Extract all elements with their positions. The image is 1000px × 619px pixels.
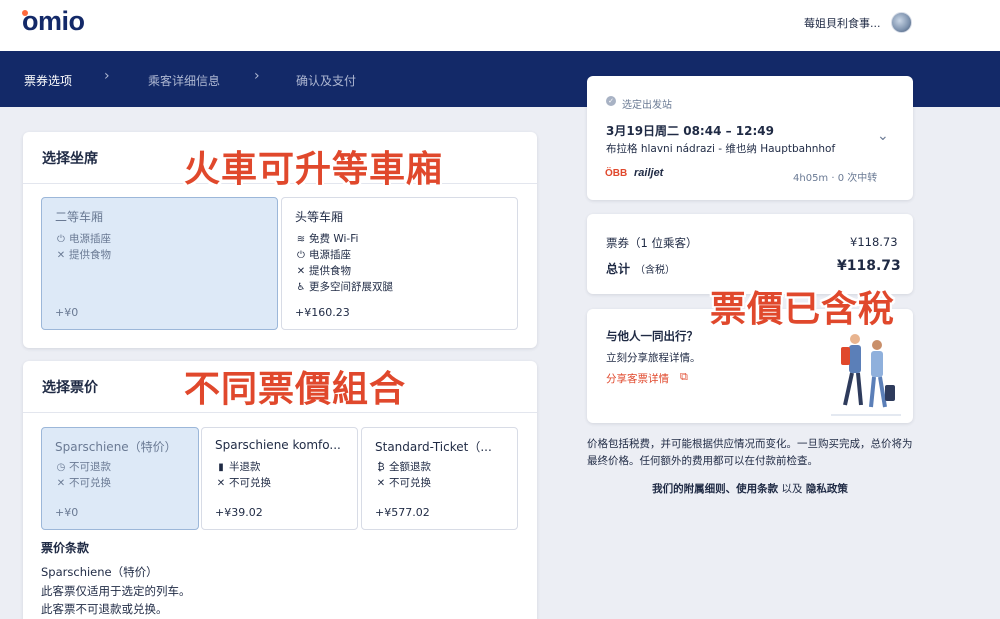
footer-and: 以及 (781, 483, 803, 495)
fare-option-sparschiene[interactable]: Sparschiene（特价） ◷ 不可退款 ✕ 不可兑换 +¥0 (41, 427, 199, 530)
privacy-link[interactable]: 隐私政策 (806, 483, 848, 495)
top-bar: omio 莓姐貝利食事... (0, 0, 1000, 51)
footer-links: 我们的附属细则、使用条款 以及 隐私政策 (587, 481, 913, 496)
fare-option-sparschiene-komfort[interactable]: Sparschiene komfo... ▮ 半退款 ✕ 不可兑换 +¥39.02 (201, 427, 358, 530)
fare-option-standard-ticket[interactable]: Standard-Ticket（... ₿ 全额退款 ✕ 不可兑换 +¥577.02 (361, 427, 518, 530)
railjet-logo: railjet (634, 167, 664, 179)
step-confirm-pay[interactable]: 确认及支付 (296, 72, 356, 89)
cross-icon: ✕ (216, 478, 226, 489)
feature-item: ₿ 全额退款 (375, 459, 431, 474)
feature-item: ✕ 不可兑换 (376, 477, 431, 489)
price-disclaimer: 价格包括税费，并可能根据供应情况而变化。一旦购买完成，总价将为最终价格。任何额外… (587, 438, 913, 467)
omio-logo[interactable]: omio (22, 6, 85, 37)
travellers-illustration (831, 334, 901, 416)
seat-option-first-class[interactable]: 头等车厢 ≋ 免费 Wi-Fi ⏻ 电源插座 ✕ 提供食物 ♿ 更多空间舒展双腿 +¥1… (281, 197, 518, 330)
fare-option-title: Sparschiene（特价） (55, 440, 177, 454)
seat-option-second-class[interactable]: 二等车厢 ⏻ 电源插座 ✕ 提供食物 +¥0 (41, 197, 278, 330)
share-title: 与他人一同出行？ (606, 329, 698, 343)
wifi-icon: ≋ (296, 234, 306, 245)
trip-duration: 4h05m · 0 次中转 (793, 173, 878, 184)
fare-terms-line: 此客票不可退款或兑换。 (41, 602, 168, 616)
cross-icon: ✕ (376, 478, 386, 489)
check-circle-icon: ✓ (606, 96, 616, 106)
logo-dot (22, 10, 28, 16)
chevron-down-icon[interactable]: ⌄ (877, 128, 889, 144)
total-value: ¥118.73 (837, 258, 901, 274)
feature-item: ⏻ 电源插座 (295, 247, 351, 262)
terms-link[interactable]: 我们的附属细则、使用条款 (652, 483, 778, 495)
share-ticket-link[interactable]: 分享客票详情 (606, 371, 669, 386)
overlay-price-includes-tax: 票價已含稅 (710, 289, 896, 330)
plug-icon: ⏻ (57, 234, 65, 245)
seat-option-title: 二等车厢 (55, 210, 104, 224)
plug-icon: ⏻ (297, 250, 305, 261)
cutlery-icon: ✕ (296, 266, 306, 277)
copy-icon[interactable]: ⧉ (680, 370, 688, 384)
feature-item: ≋ 免费 Wi-Fi (296, 233, 359, 245)
seat-section-title: 选择坐席 (42, 151, 98, 167)
trip-date-time: 3月19日周二 08:44 – 12:49 (606, 124, 774, 138)
fare-terms-line: Sparschiene（特价） (41, 565, 158, 579)
seat-icon: ♿ (296, 282, 306, 293)
feature-item: ✕ 不可兑换 (216, 477, 271, 489)
ticket-label: 票券（1 位乘客） (606, 236, 698, 250)
trip-badge: 选定出发站 (622, 100, 672, 111)
seat-option-price: +¥160.23 (295, 306, 350, 319)
cutlery-icon: ✕ (56, 250, 66, 261)
refund-icon: ₿ (377, 462, 385, 473)
feature-item: ✕ 不可兑换 (56, 477, 111, 489)
fare-option-price: +¥577.02 (375, 506, 430, 519)
avatar[interactable] (891, 12, 912, 33)
fare-terms-line: 此客票仅适用于选定的列车。 (41, 584, 191, 598)
user-name[interactable]: 莓姐貝利食事... (804, 15, 881, 31)
feature-item: ◷ 不可退款 (56, 461, 111, 473)
fare-terms-title: 票价条款 (41, 541, 90, 555)
overlay-fare-options: 不同票價組合 (184, 369, 407, 410)
fare-option-price: +¥0 (55, 506, 79, 519)
fare-option-title: Sparschiene komfo... (215, 438, 341, 452)
fare-option-title: Standard-Ticket（... (375, 440, 492, 454)
seat-option-title: 头等车厢 (295, 210, 344, 224)
chevron-right-icon: › (104, 68, 110, 84)
overlay-seat-upgrade: 火車可升等車廂 (184, 149, 444, 190)
feature-item: ⏻ 电源插座 (55, 231, 111, 246)
step-ticket-options[interactable]: 票券选项 (24, 72, 72, 89)
feature-item: ♿ 更多空间舒展双腿 (296, 281, 393, 293)
cross-icon: ✕ (56, 478, 66, 489)
clock-icon: ◷ (56, 462, 66, 473)
total-label: 总计 (606, 262, 631, 276)
obb-logo: ÖBB (605, 168, 628, 179)
ticket-value: ¥118.73 (850, 235, 898, 249)
divider (23, 412, 537, 413)
half-refund-icon: ▮ (218, 462, 224, 473)
chevron-right-icon: › (254, 68, 260, 84)
trip-summary-card[interactable]: ✓ 选定出发站 3月19日周二 08:44 – 12:49 布拉格 hlavni… (587, 76, 913, 200)
tax-note: （含税） (635, 265, 675, 276)
share-subtitle: 立刻分享旅程详情。 (606, 352, 701, 364)
step-passenger-details[interactable]: 乘客详细信息 (148, 72, 220, 89)
trip-route: 布拉格 hlavni nádrazi - 维也纳 Hauptbahnhof (606, 143, 836, 155)
feature-item: ✕ 提供食物 (56, 249, 111, 261)
fare-section-title: 选择票价 (42, 380, 98, 396)
feature-item: ▮ 半退款 (215, 459, 260, 474)
seat-option-price: +¥0 (55, 306, 79, 319)
feature-item: ✕ 提供食物 (296, 265, 351, 277)
fare-option-price: +¥39.02 (215, 506, 263, 519)
